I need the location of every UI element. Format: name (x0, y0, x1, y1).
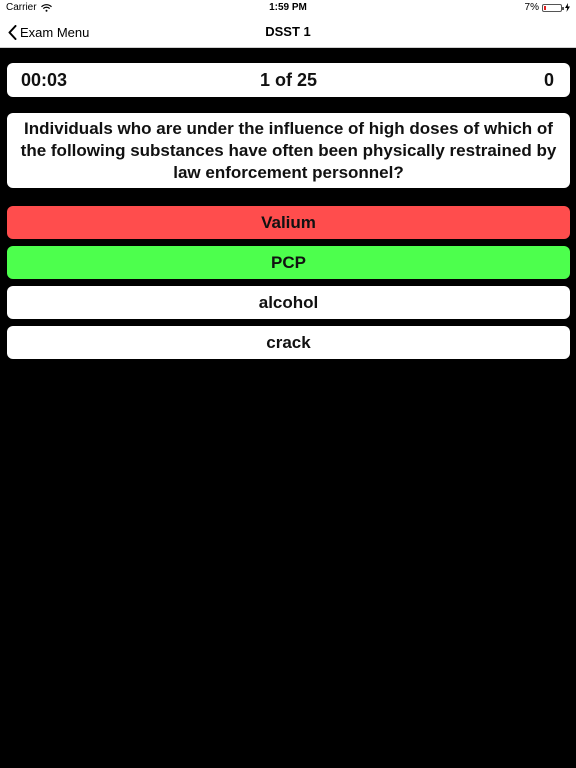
battery-icon (542, 3, 564, 12)
score-counter: 0 (543, 70, 554, 90)
battery-fill (544, 5, 546, 10)
chevron-left-icon (8, 24, 17, 40)
battery-percent: 7% (524, 2, 539, 13)
answer-option-2[interactable]: PCP (7, 246, 570, 279)
battery-nub (562, 6, 564, 10)
answer-option-4[interactable]: crack (7, 326, 570, 359)
score-bar: 00:03 1 of 25 0 (7, 63, 570, 97)
status-time: 1:59 PM (269, 2, 307, 13)
back-button-label: Exam Menu (20, 24, 90, 40)
answer-option-3[interactable]: alcohol (7, 286, 570, 319)
exam-menu-back-button[interactable]: Exam Menu (8, 21, 89, 43)
charging-bolt-icon (565, 3, 570, 12)
question-text: Individuals who are under the influence … (7, 113, 570, 188)
answer-option-1[interactable]: Valium (7, 206, 570, 239)
navigation-bar: Exam Menu DSST 1 (0, 16, 576, 48)
status-bar: Carrier 1:59 PM 7% (0, 0, 576, 16)
status-bar-right: 7% (525, 2, 570, 13)
question-progress: 1 of 25 (259, 70, 318, 90)
